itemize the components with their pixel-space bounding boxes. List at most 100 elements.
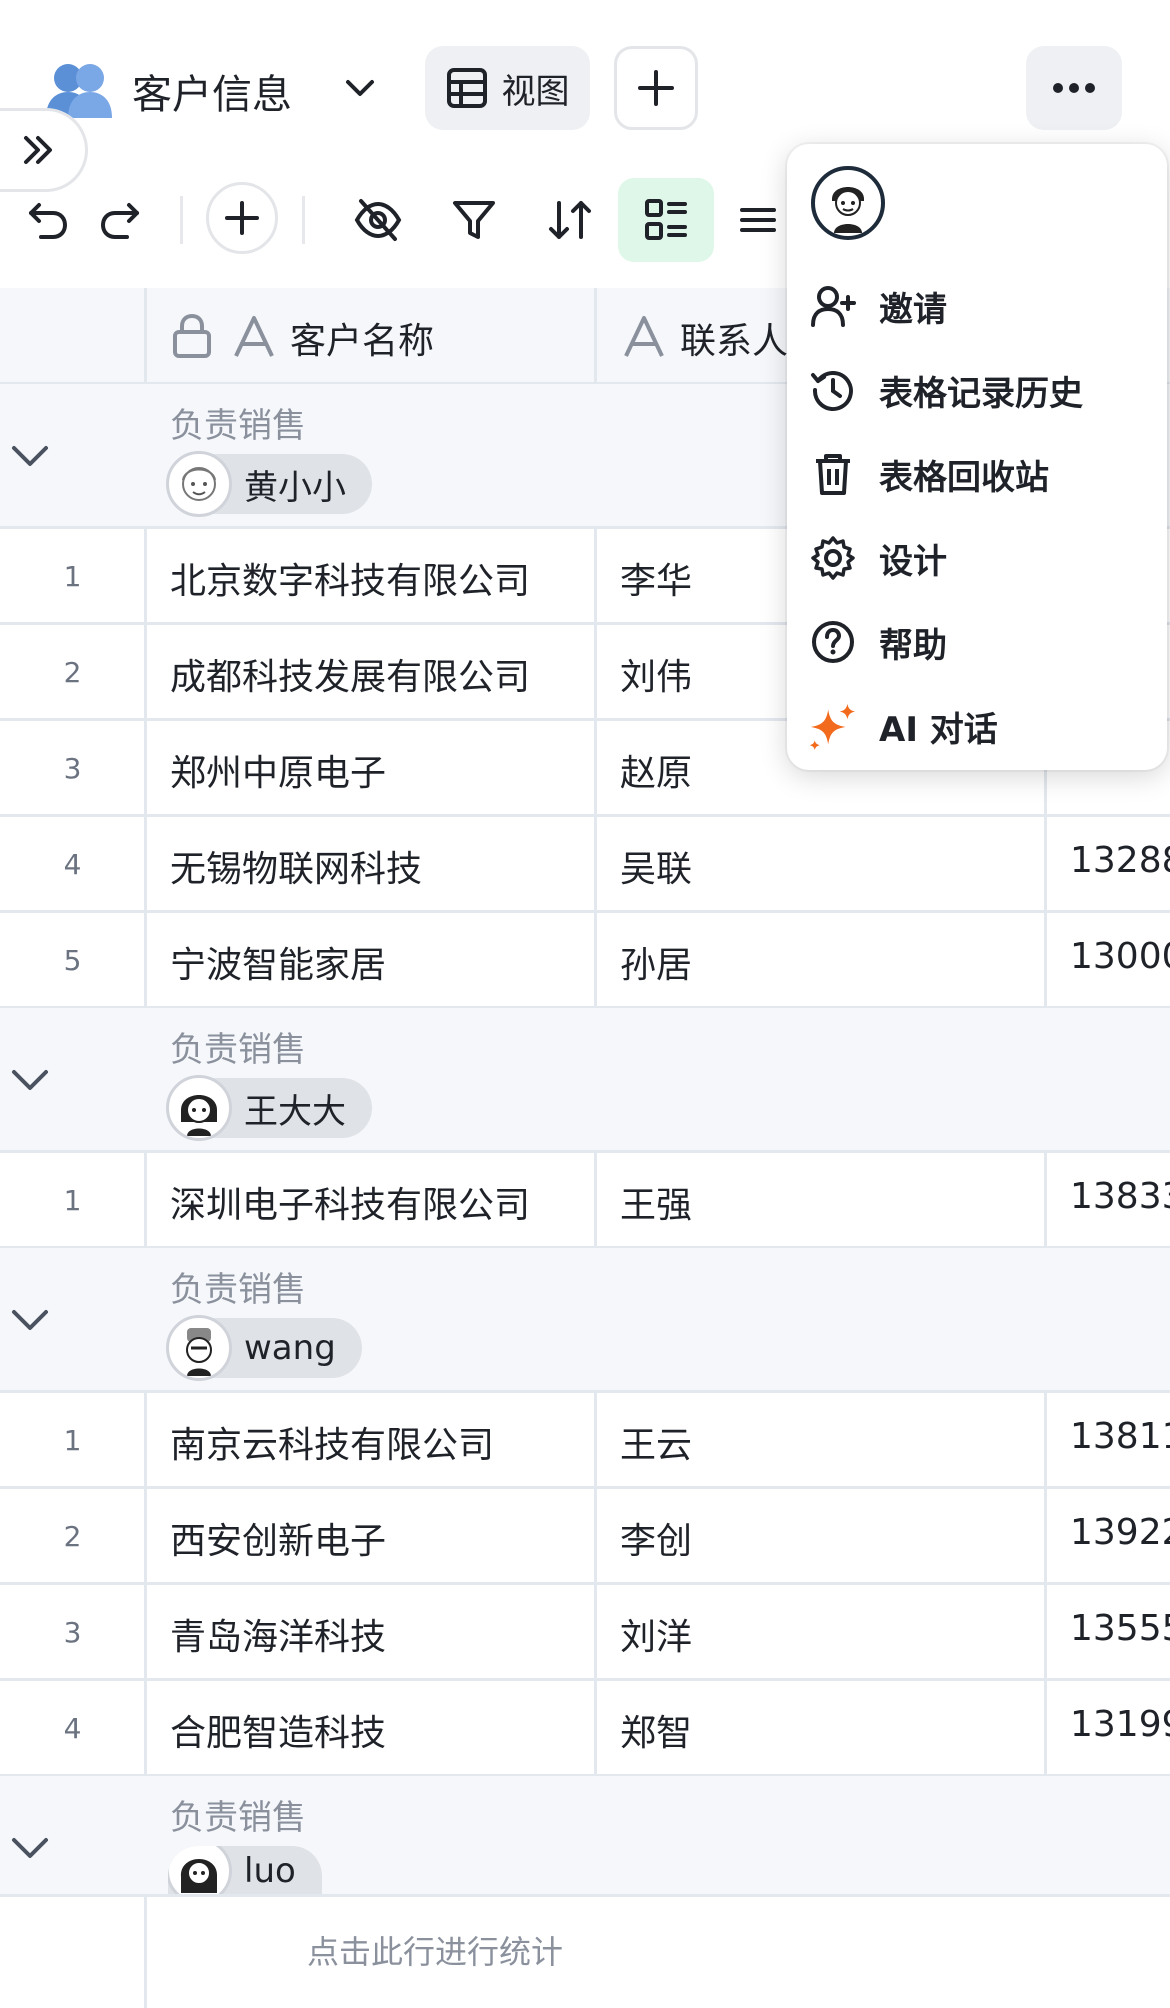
undo-icon[interactable] — [8, 180, 88, 260]
cell-customer-name[interactable]: 无锡物联网科技 — [170, 840, 422, 892]
owner-chip[interactable]: luo — [168, 1846, 322, 1896]
group-icon — [645, 199, 687, 240]
view-button[interactable]: 视图 — [425, 46, 590, 130]
help-icon — [809, 618, 857, 666]
menu-item-ai-chat[interactable]: AI 对话 — [809, 690, 1149, 762]
filter-icon[interactable] — [434, 180, 514, 260]
menu-item-help[interactable]: 帮助 — [809, 606, 1149, 678]
plus-icon — [638, 70, 674, 106]
cell-contact[interactable]: 刘伟 — [620, 648, 692, 700]
owner-name: wang — [244, 1328, 336, 1368]
avatar — [166, 451, 232, 517]
menu-item-label: 表格记录历史 — [879, 373, 1083, 414]
lock-icon — [170, 312, 214, 360]
chevron-down-icon[interactable] — [8, 434, 52, 478]
divider — [0, 910, 1170, 913]
cell-customer-name[interactable]: 深圳电子科技有限公司 — [170, 1176, 530, 1228]
group-button[interactable] — [618, 178, 714, 262]
menu-item-label: 设计 — [879, 541, 947, 582]
owner-name: luo — [244, 1851, 296, 1891]
cell-contact[interactable]: 赵原 — [620, 744, 692, 796]
chevron-down-icon[interactable] — [8, 1298, 52, 1342]
divider — [0, 1390, 1170, 1393]
row-number: 3 — [63, 752, 82, 785]
avatar[interactable] — [811, 166, 885, 240]
cell-phone[interactable]: 13199 — [1070, 1704, 1170, 1745]
cell-phone[interactable]: 13833 — [1070, 1176, 1170, 1217]
more-button[interactable] — [1026, 46, 1122, 130]
group-label: 负责销售 — [170, 1798, 306, 1838]
cell-customer-name[interactable]: 合肥智造科技 — [170, 1704, 386, 1756]
gear-icon — [809, 534, 857, 582]
cell-contact[interactable]: 李华 — [620, 552, 692, 604]
hide-fields-icon[interactable] — [338, 180, 418, 260]
cell-contact[interactable]: 刘洋 — [620, 1608, 692, 1660]
divider — [0, 814, 1170, 817]
row-number: 5 — [63, 944, 82, 977]
divider — [0, 1486, 1170, 1489]
cell-contact[interactable]: 吴联 — [620, 840, 692, 892]
table-title[interactable]: 客户信息 — [132, 62, 292, 120]
cell-phone[interactable]: 13922 — [1070, 1512, 1170, 1553]
owner-name: 黄小小 — [244, 467, 346, 508]
add-record-button[interactable] — [206, 182, 278, 254]
chevron-down-icon[interactable] — [8, 1826, 52, 1870]
cell-customer-name[interactable]: 南京云科技有限公司 — [170, 1416, 494, 1468]
owner-chip[interactable]: wang — [166, 1315, 362, 1381]
row-number: 3 — [63, 1616, 82, 1649]
cell-customer-name[interactable]: 西安创新电子 — [170, 1512, 386, 1564]
cell-phone[interactable]: 13288 — [1070, 840, 1170, 881]
row-height-icon[interactable] — [718, 180, 798, 260]
menu-item-history[interactable]: 表格记录历史 — [809, 354, 1149, 426]
avatar — [168, 1846, 232, 1896]
cell-customer-name[interactable]: 成都科技发展有限公司 — [170, 648, 530, 700]
divider — [0, 1678, 1170, 1681]
cell-contact[interactable]: 孙居 — [620, 936, 692, 988]
expand-sidebar-button[interactable] — [0, 108, 88, 192]
owner-chip[interactable]: 黄小小 — [166, 451, 372, 517]
menu-item-design[interactable]: 设计 — [809, 522, 1149, 594]
menu-item-label: 表格回收站 — [879, 457, 1049, 498]
menu-item-label: 邀请 — [879, 289, 947, 330]
row-number: 2 — [63, 656, 82, 689]
toolbar-divider — [180, 196, 183, 244]
cell-customer-name[interactable]: 北京数字科技有限公司 — [170, 552, 530, 604]
add-user-icon — [809, 282, 857, 330]
cell-phone[interactable]: 13555 — [1070, 1608, 1170, 1649]
ellipsis-icon — [1053, 83, 1095, 93]
row-number: 1 — [63, 560, 82, 593]
chevron-down-icon[interactable] — [340, 68, 380, 108]
sparkle-icon — [809, 702, 857, 750]
cell-phone[interactable]: 13000 — [1070, 936, 1170, 977]
cell-customer-name[interactable]: 郑州中原电子 — [170, 744, 386, 796]
redo-icon[interactable] — [80, 180, 160, 260]
row-number: 1 — [63, 1184, 82, 1217]
row-number: 4 — [63, 848, 82, 881]
cell-contact[interactable]: 王强 — [620, 1176, 692, 1228]
sort-icon[interactable] — [530, 180, 610, 260]
group-label: 负责销售 — [170, 1270, 306, 1310]
group-label: 负责销售 — [170, 1030, 306, 1070]
text-field-icon — [232, 314, 276, 358]
cell-contact[interactable]: 李创 — [620, 1512, 692, 1564]
trash-icon — [809, 450, 857, 498]
add-view-button[interactable] — [614, 46, 698, 130]
cell-phone[interactable]: 13811 — [1070, 1416, 1170, 1457]
menu-item-trash[interactable]: 表格回收站 — [809, 438, 1149, 510]
cell-contact[interactable]: 郑智 — [620, 1704, 692, 1756]
divider — [0, 1150, 1170, 1153]
toolbar-divider — [302, 196, 305, 244]
avatar — [166, 1315, 232, 1381]
cell-customer-name[interactable]: 宁波智能家居 — [170, 936, 386, 988]
stats-label: 点击此行进行统计 — [307, 1933, 564, 1971]
menu-item-invite[interactable]: 邀请 — [809, 270, 1149, 342]
column-header-contact[interactable]: 联系人 — [680, 312, 788, 364]
chevron-down-icon[interactable] — [8, 1058, 52, 1102]
column-header-name[interactable]: 客户名称 — [290, 312, 434, 364]
text-field-icon — [622, 314, 666, 358]
cell-customer-name[interactable]: 青岛海洋科技 — [170, 1608, 386, 1660]
owner-chip[interactable]: 王大大 — [166, 1075, 372, 1141]
menu-item-label: AI 对话 — [879, 709, 998, 750]
cell-contact[interactable]: 王云 — [620, 1416, 692, 1468]
stats-row[interactable]: 点击此行进行统计 — [147, 1897, 1170, 2008]
